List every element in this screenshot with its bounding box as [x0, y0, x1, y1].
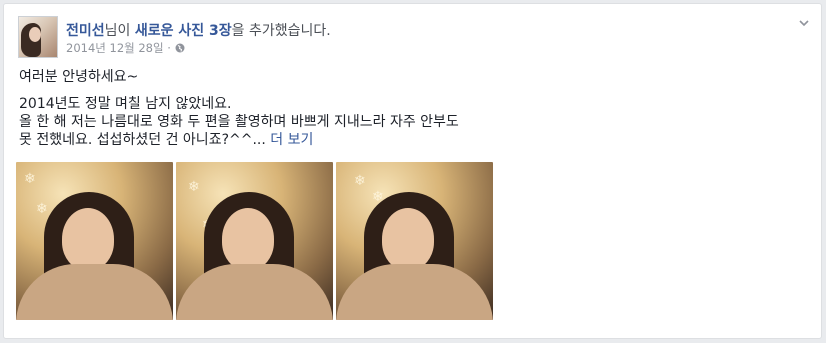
post-header: 전미선님이 새로운 사진 3장을 추가했습니다.	[66, 20, 331, 40]
post-text-line-4-content: 못 전했네요. 섭섭하셨던 건 아니죠?^^...	[19, 132, 266, 148]
author-name[interactable]: 전미선	[66, 23, 105, 39]
post-text-line-2: 2014년도 정말 며칠 남지 않았네요.	[19, 96, 232, 112]
globe-icon[interactable]	[175, 43, 185, 53]
action-text-prefix: 님이	[104, 23, 135, 39]
see-more-link[interactable]: 더 보기	[270, 132, 313, 148]
post-text-line-4: 못 전했네요. 섭섭하셨던 건 아니죠?^^... 더 보기	[19, 131, 313, 149]
photos-link[interactable]: 새로운 사진 3장	[135, 23, 232, 39]
photo-3[interactable]: ❄ ❄	[336, 162, 493, 320]
post-card: 전미선님이 새로운 사진 3장을 추가했습니다. 2014년 12월 28일 ·…	[3, 3, 822, 339]
photo-1[interactable]: ❄ ❄	[16, 162, 173, 320]
photo-2[interactable]: ❄ ❄	[176, 162, 333, 320]
author-avatar[interactable]	[18, 16, 58, 58]
post-text-line-3: 올 한 해 저는 나름대로 영화 두 편을 촬영하며 바쁘게 지내느라 자주 안…	[19, 114, 459, 130]
chevron-down-icon[interactable]	[797, 16, 811, 30]
post-text-line-1: 여러분 안녕하세요~	[19, 69, 139, 85]
post-date[interactable]: 2014년 12월 28일 ·	[66, 40, 171, 56]
action-text-suffix: 을 추가했습니다.	[231, 23, 331, 39]
post-meta: 2014년 12월 28일 ·	[66, 40, 185, 56]
